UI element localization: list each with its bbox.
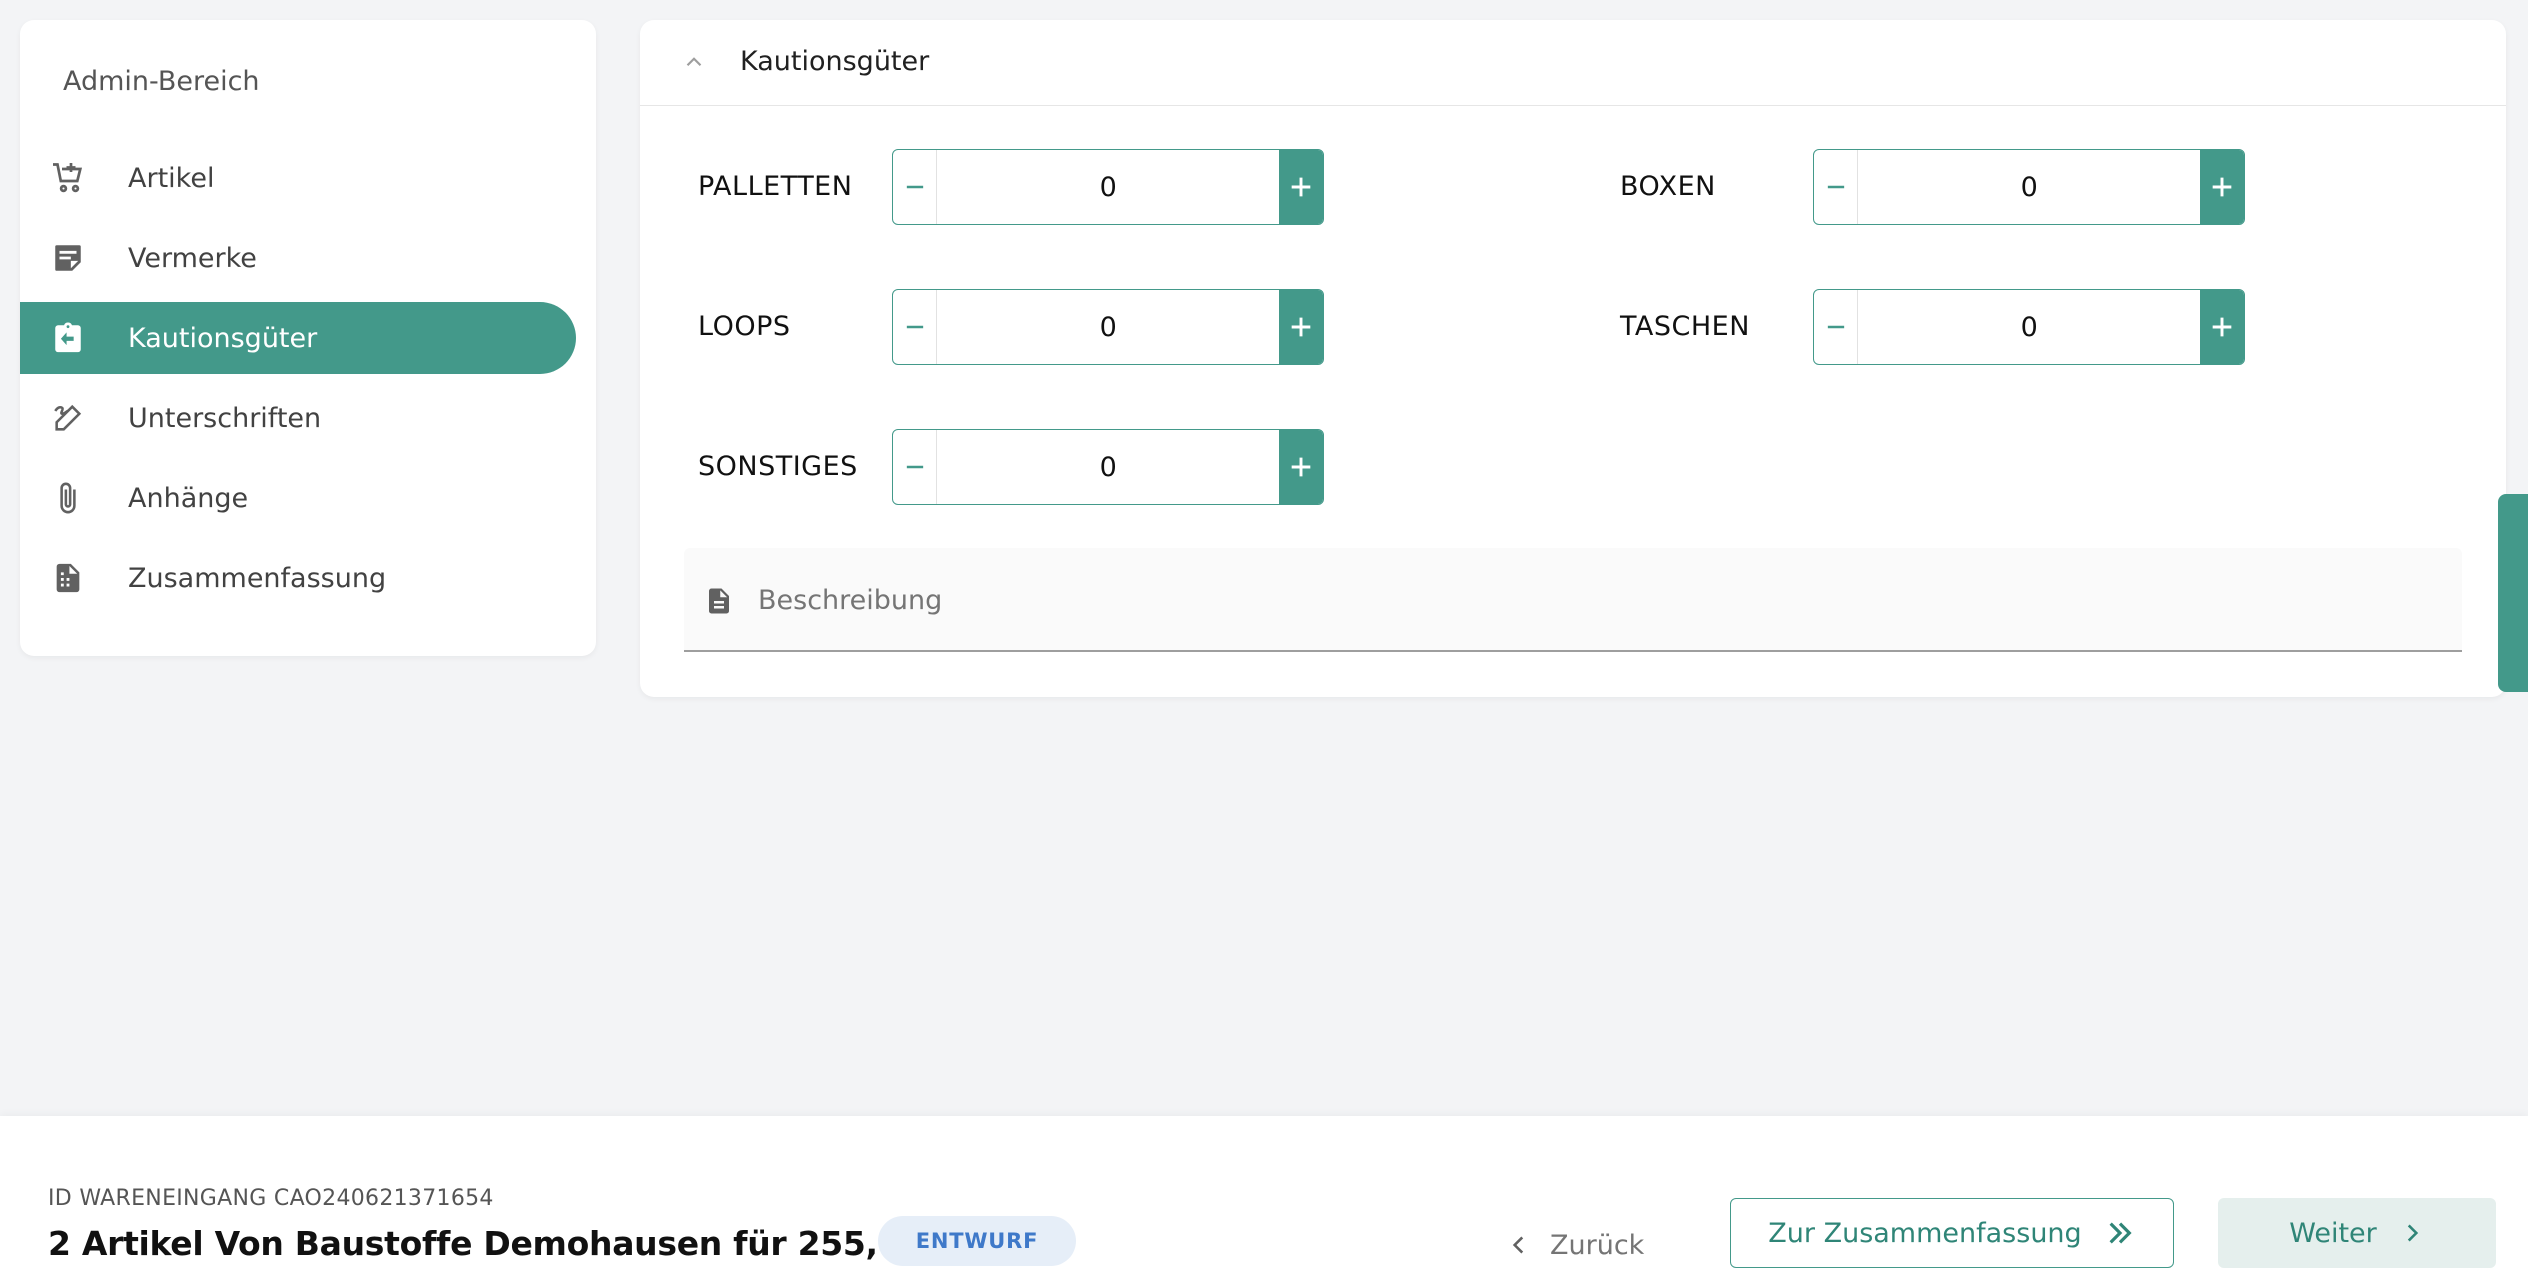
document-summary-icon: [50, 560, 86, 596]
sonstiges-stepper: [892, 429, 1324, 505]
sidebar-item-label: Kautionsgüter: [128, 322, 318, 354]
increment-button[interactable]: [1279, 150, 1323, 224]
decrement-button[interactable]: [1814, 150, 1859, 224]
status-badge: ENTWURF: [878, 1216, 1076, 1266]
sidebar-item-label: Unterschriften: [128, 402, 322, 434]
cart-plus-icon: [50, 160, 86, 196]
sonstiges-input[interactable]: [937, 430, 1280, 504]
sidebar-item-anhaenge[interactable]: Anhänge: [20, 462, 576, 534]
minus-icon: [1827, 185, 1844, 189]
paperclip-icon: [50, 480, 86, 516]
summary-button[interactable]: Zur Zusammenfassung: [1730, 1198, 2174, 1268]
chevron-left-icon: [1512, 1236, 1524, 1254]
sidebar-item-kautionsgueter[interactable]: Kautionsgüter: [20, 302, 576, 374]
document-icon: [704, 584, 736, 620]
panel-header: Kautionsgüter: [640, 20, 2506, 106]
palletten-input[interactable]: [937, 150, 1280, 224]
boxen-stepper: [1813, 149, 2245, 225]
sidebar-title: Admin-Bereich: [63, 66, 260, 97]
panel-title: Kautionsgüter: [740, 46, 930, 77]
plus-icon: [1291, 457, 1311, 477]
field-label-palletten: PALLETTEN: [698, 171, 853, 202]
taschen-stepper: [1813, 289, 2245, 365]
clipboard-arrow-icon: [50, 320, 86, 356]
receipt-id: ID WARENEINGANG CAO240621371654: [48, 1186, 494, 1211]
sidebar-item-label: Vermerke: [128, 242, 257, 274]
summary-button-label: Zur Zusammenfassung: [1768, 1217, 2082, 1249]
description-input[interactable]: [758, 576, 2358, 624]
plus-icon: [1291, 317, 1311, 337]
sidebar-item-vermerke[interactable]: Vermerke: [20, 222, 576, 294]
sidebar-item-unterschriften[interactable]: Unterschriften: [20, 382, 576, 454]
back-button[interactable]: Zurück: [1506, 1220, 1644, 1270]
decrement-button[interactable]: [893, 290, 938, 364]
loops-stepper: [892, 289, 1324, 365]
sidebar-item-label: Zusammenfassung: [128, 562, 387, 594]
plus-icon: [2212, 317, 2232, 337]
receipt-title: 2 Artikel Von Baustoffe Demohausen für 2…: [48, 1224, 957, 1263]
increment-button[interactable]: [2200, 290, 2244, 364]
sidebar-item-artikel[interactable]: Artikel: [20, 142, 576, 214]
increment-button[interactable]: [2200, 150, 2244, 224]
loops-input[interactable]: [937, 290, 1280, 364]
pen-signature-icon: [50, 400, 86, 436]
sidebar-item-zusammenfassung[interactable]: Zusammenfassung: [20, 542, 576, 614]
field-label-loops: LOOPS: [698, 311, 791, 342]
chevron-up-icon[interactable]: [676, 44, 712, 80]
description-field: [684, 548, 2462, 652]
chevron-right-icon: [2407, 1224, 2418, 1242]
boxen-input[interactable]: [1858, 150, 2201, 224]
field-label-taschen: TASCHEN: [1620, 311, 1750, 342]
next-button-label: Weiter: [2289, 1217, 2377, 1249]
field-label-boxen: BOXEN: [1620, 171, 1716, 202]
minus-icon: [906, 465, 923, 469]
double-chevron-right-icon: [2109, 1222, 2132, 1244]
minus-icon: [1827, 325, 1844, 329]
side-drawer-tab[interactable]: [2498, 494, 2528, 692]
minus-icon: [906, 325, 923, 329]
decrement-button[interactable]: [893, 430, 938, 504]
taschen-input[interactable]: [1858, 290, 2201, 364]
kautionsgueter-panel: Kautionsgüter PALLETTEN BOXEN LOOPS TA: [640, 20, 2506, 697]
sidebar: Admin-Bereich Artikel Vermerke Kautionsg…: [20, 20, 596, 656]
note-icon: [50, 240, 86, 276]
minus-icon: [906, 185, 923, 189]
sidebar-item-label: Artikel: [128, 162, 215, 194]
palletten-stepper: [892, 149, 1324, 225]
decrement-button[interactable]: [1814, 290, 1859, 364]
plus-icon: [1291, 177, 1311, 197]
field-label-sonstiges: SONSTIGES: [698, 451, 858, 482]
next-button[interactable]: Weiter: [2218, 1198, 2496, 1268]
decrement-button[interactable]: [893, 150, 938, 224]
plus-icon: [2212, 177, 2232, 197]
back-button-label: Zurück: [1550, 1229, 1645, 1261]
sidebar-item-label: Anhänge: [128, 482, 249, 514]
increment-button[interactable]: [1279, 290, 1323, 364]
footer-bar: ID WARENEINGANG CAO240621371654 2 Artike…: [0, 1116, 2528, 1288]
increment-button[interactable]: [1279, 430, 1323, 504]
